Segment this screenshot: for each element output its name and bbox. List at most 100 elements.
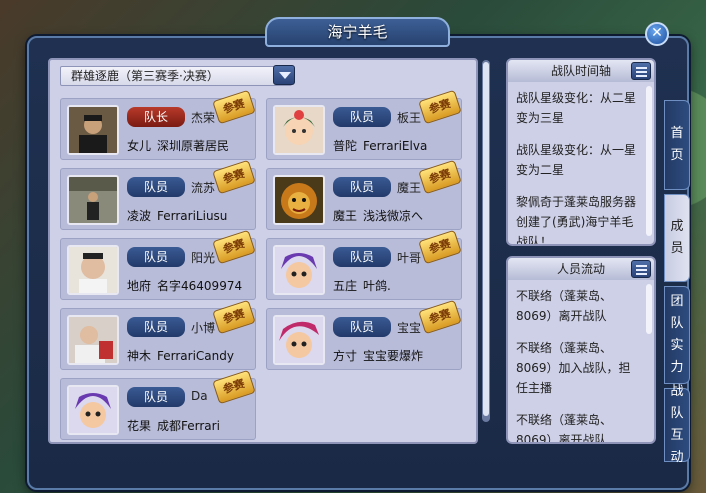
member-school: 魔王 [333,209,358,223]
member-card[interactable]: 队员 宝宝 方寸 宝宝要爆炸 参赛 [266,299,462,370]
close-icon[interactable]: ✕ [645,22,669,46]
member-badge: 队员 [127,317,185,337]
member-card[interactable]: 队员 板王 普陀 FerrariElva 参赛 [266,89,462,160]
avatar [67,175,119,225]
timeline-list: 战队星级变化：从二星变为三星 战队星级变化：从一星变为二星 黎佩奇于蓬莱岛服务器… [508,82,654,246]
leader-badge: 队长 [127,107,185,127]
avatar [273,245,325,295]
member-name: 板王 [397,111,422,125]
timeline-scrollbar[interactable] [646,86,652,236]
member-school: 普陀 [333,139,358,153]
members-panel: 群雄逐鹿（第三赛季·决赛） 队长 杰荣 女儿 深圳原著居民 参赛 队员 板王 普陀… [48,58,478,444]
member-school: 花果 [127,419,152,433]
participating-stamp: 参赛 [212,89,256,125]
timeline-header: 战队时间轴 [508,60,654,82]
member-school: 凌波 [127,209,152,223]
timeline-panel: 战队时间轴 战队星级变化：从二星变为三星 战队星级变化：从一星变为二星 黎佩奇于… [506,58,656,246]
member-card[interactable]: 队员 流苏 凌波 FerrariLiusu 参赛 [60,159,256,230]
member-info: 花果 成都Ferrari [127,417,220,434]
member-school: 地府 [127,279,152,293]
member-school: 神木 [127,349,152,363]
member-card[interactable]: 队员 Da 花果 成都Ferrari 参赛 [60,369,256,440]
participating-stamp: 参赛 [212,159,256,195]
member-school: 五庄 [333,279,358,293]
member-info: 神木 FerrariCandy [127,347,234,364]
member-nickname: FerrariElva [363,139,428,153]
member-nickname: 成都Ferrari [157,419,220,433]
flow-scrollbar[interactable] [646,284,652,334]
member-name: 流苏 [191,181,216,195]
avatar [67,105,119,155]
member-name: 叶哥 [397,251,422,265]
member-badge: 队员 [333,247,391,267]
member-nickname: FerrariCandy [157,349,234,363]
flow-entry: 不联络（蓬莱岛、8069）加入战队，担任主播 [516,341,631,395]
member-school: 女儿 [127,139,152,153]
menu-icon[interactable] [631,62,651,80]
member-name: Da [191,389,208,403]
member-name: 宝宝 [397,321,422,335]
member-nickname: 名字46409974 [157,279,243,293]
avatar [67,385,119,435]
member-card[interactable]: 队员 小博 神木 FerrariCandy 参赛 [60,299,256,370]
member-card[interactable]: 队员 阳光 地府 名字46409974 参赛 [60,229,256,300]
member-info: 普陀 FerrariElva [333,137,427,154]
member-badge: 队员 [127,247,185,267]
member-nickname: 宝宝要爆炸 [363,349,424,363]
member-name: 魔王 [397,181,422,195]
participating-stamp: 参赛 [418,89,462,125]
timeline-entry: 战队星级变化：从二星变为三星 [516,91,637,125]
member-info: 地府 名字46409974 [127,277,242,294]
timeline-entry: 战队星级变化：从一星变为二星 [516,143,637,177]
menu-icon[interactable] [631,260,651,278]
member-name: 阳光 [191,251,216,265]
member-nickname: 深圳原著居民 [157,139,230,153]
member-card[interactable]: 队员 魔王 魔王 浅浅微凉へ 参赛 [266,159,462,230]
members-scrollbar[interactable] [482,60,490,422]
member-name: 小博 [191,321,216,335]
tab-home[interactable]: 首页 [664,100,690,190]
participating-stamp: 参赛 [418,159,462,195]
member-nickname: 浅浅微凉へ [363,209,424,223]
member-info: 五庄 叶鸽. [333,277,391,294]
flow-header: 人员流动 [508,258,654,280]
member-info: 女儿 深圳原著居民 [127,137,229,154]
member-name: 杰荣 [191,111,216,125]
member-info: 凌波 FerrariLiusu [127,207,227,224]
member-info: 方寸 宝宝要爆炸 [333,347,423,364]
member-nickname: 叶鸽. [363,279,391,293]
avatar [273,175,325,225]
member-nickname: FerrariLiusu [157,209,228,223]
flow-list: 不联络（蓬莱岛、8069）离开战队 不联络（蓬莱岛、8069）加入战队，担任主播… [508,280,654,444]
participating-stamp: 参赛 [212,229,256,265]
member-badge: 队员 [333,107,391,127]
tab-members[interactable]: 成员 [664,194,690,282]
member-school: 方寸 [333,349,358,363]
participating-stamp: 参赛 [418,299,462,335]
flow-entry: 不联络（蓬莱岛、8069）离开战队 [516,413,613,444]
member-badge: 队员 [127,387,185,407]
member-info: 魔王 浅浅微凉へ [333,207,423,224]
flow-title: 人员流动 [556,262,605,276]
participating-stamp: 参赛 [212,369,256,405]
tab-team-interaction[interactable]: 战队互动 [664,384,690,465]
member-badge: 队员 [333,317,391,337]
scrollbar-thumb[interactable] [483,62,489,416]
member-badge: 队员 [333,177,391,197]
member-badge: 队员 [127,177,185,197]
timeline-title: 战队时间轴 [550,64,611,78]
participating-stamp: 参赛 [212,299,256,335]
avatar [273,105,325,155]
avatar [273,315,325,365]
timeline-entry: 黎佩奇于蓬莱岛服务器创建了(勇武)海宁羊毛战队！ [516,195,637,246]
season-select[interactable]: 群雄逐鹿（第三赛季·决赛） [60,66,292,86]
avatar [67,315,119,365]
flow-entry: 不联络（蓬莱岛、8069）离开战队 [516,289,613,323]
chevron-down-icon[interactable] [273,65,295,85]
avatar [67,245,119,295]
tab-team-strength[interactable]: 团队实力 [664,286,690,384]
member-card[interactable]: 队员 叶哥 五庄 叶鸽. 参赛 [266,229,462,300]
window-title: 海宁羊毛 [265,17,450,47]
member-card[interactable]: 队长 杰荣 女儿 深圳原著居民 参赛 [60,89,256,160]
participating-stamp: 参赛 [418,229,462,265]
